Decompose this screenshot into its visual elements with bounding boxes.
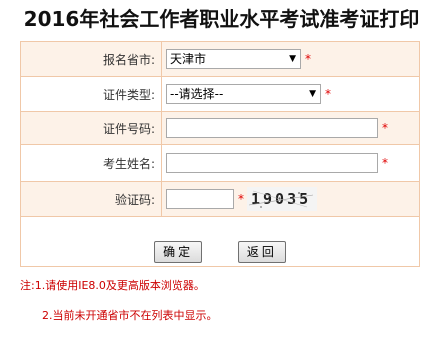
id-number-input[interactable] (166, 118, 378, 138)
required-mark: * (382, 156, 388, 170)
id-number-label: 证件号码: (20, 111, 162, 145)
name-row: 考生姓名: * (20, 144, 420, 182)
captcha-image[interactable]: 19035 (247, 187, 317, 211)
province-label: 报名省市: (20, 41, 162, 77)
captcha-label: 验证码: (20, 181, 162, 217)
id-type-label: 证件类型: (20, 76, 162, 112)
id-number-row: 证件号码: * (20, 111, 420, 145)
required-mark: * (382, 121, 388, 135)
page-title: 2016年社会工作者职业水平考试准考证打印 (23, 7, 420, 31)
captcha-noise (248, 190, 314, 208)
province-select[interactable]: 天津市 ▼ (166, 49, 301, 69)
chevron-down-icon: ▼ (289, 54, 296, 64)
back-button[interactable]: 返回 (237, 241, 286, 263)
id-type-select[interactable]: --请选择-- ▼ (166, 84, 321, 104)
button-row: 确定 返回 (20, 216, 420, 267)
note-line-2: 2.当前未开通省市不在列表中显示。 (42, 309, 218, 322)
confirm-button[interactable]: 确定 (154, 241, 203, 263)
province-select-value: 天津市 (170, 52, 207, 66)
id-type-select-value: --请选择-- (170, 87, 224, 101)
note-line-1: 注:1.请使用IE8.0及更高版本浏览器。 (20, 279, 205, 292)
id-type-row: 证件类型: --请选择-- ▼ * (20, 76, 420, 112)
captcha-row: 验证码: * 19035 (20, 181, 420, 217)
name-label: 考生姓名: (20, 144, 162, 182)
required-mark: * (238, 192, 244, 206)
exam-form: 报名省市: 天津市 ▼ * 证件类型: --请选择-- ▼ * 证件号码: * … (20, 41, 420, 267)
required-mark: * (325, 87, 331, 101)
chevron-down-icon: ▼ (309, 89, 316, 99)
captcha-input[interactable] (166, 189, 234, 209)
name-input[interactable] (166, 153, 378, 173)
required-mark: * (305, 52, 311, 66)
province-row: 报名省市: 天津市 ▼ * (20, 41, 420, 77)
